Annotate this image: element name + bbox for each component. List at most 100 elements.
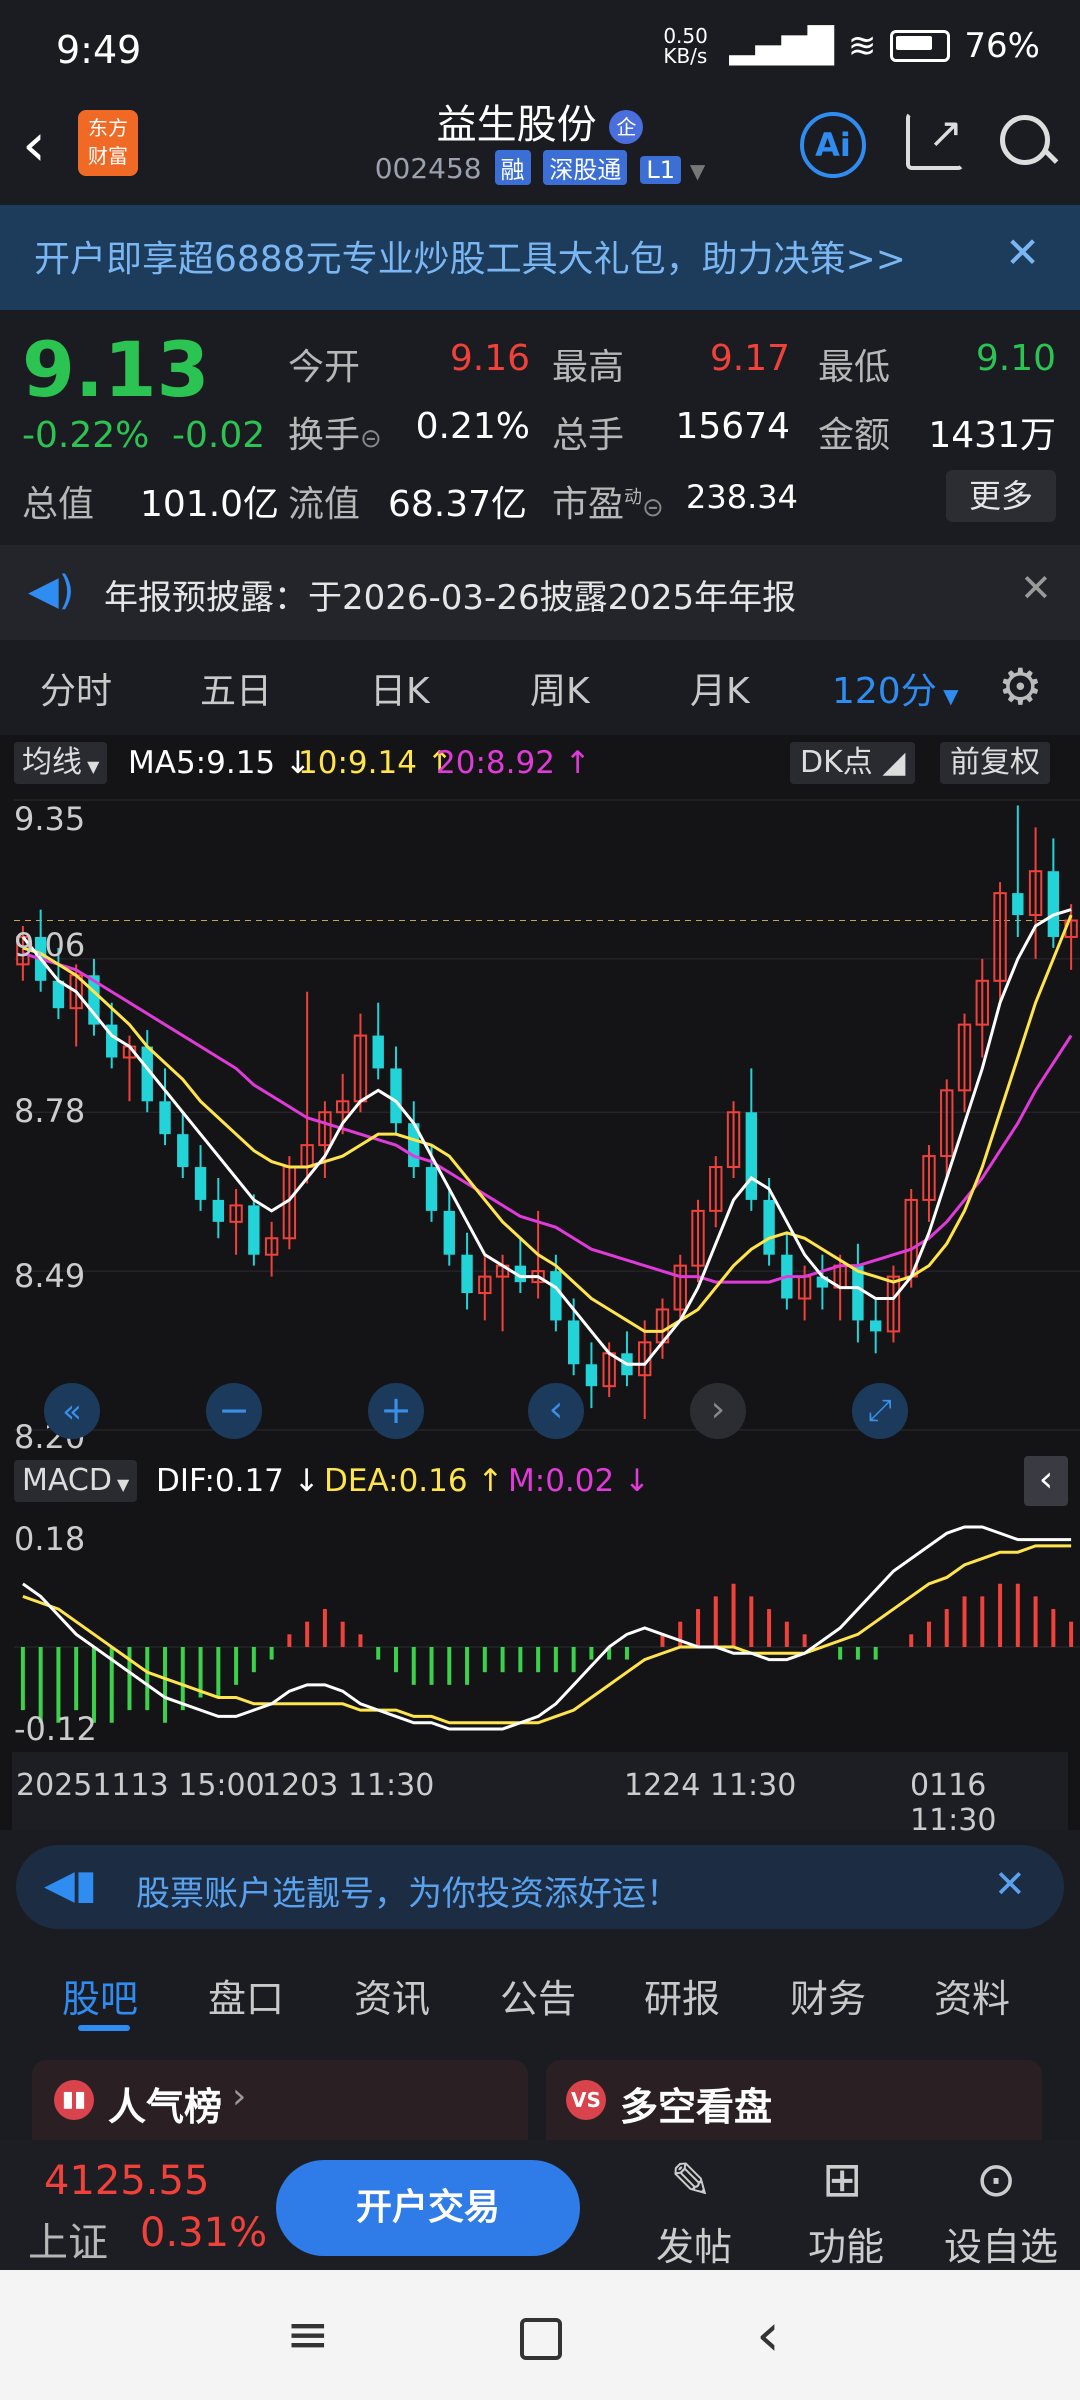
watchlist-label[interactable]: 设自选 (944, 2216, 1058, 2271)
tab-orderbook[interactable]: 盘口 (208, 1968, 284, 2023)
kline-chart[interactable] (0, 790, 1080, 1450)
candle (691, 1199, 705, 1283)
collapse-panel-icon[interactable]: ‹ (1024, 1456, 1068, 1506)
tab-five-day[interactable]: 五日 (200, 662, 272, 714)
low-label: 最低 (818, 347, 891, 388)
candle (957, 1013, 972, 1113)
status-icons: 0.50 KB/s ▂▄▆█ ≋ 76% (663, 26, 1040, 66)
promo-banner-text[interactable]: 开户即享超6888元专业炒股工具大礼包，助力决策>> (34, 230, 906, 282)
mktcap-label: 总值 (22, 484, 95, 525)
net-speed: 0.50 KB/s (663, 24, 708, 68)
fullscreen-button[interactable]: ⤢ (852, 1383, 908, 1439)
index-pct[interactable]: 0.31% (140, 2210, 267, 2256)
candle (212, 1178, 225, 1239)
dk-button[interactable]: DK点 ◢ (790, 742, 916, 784)
candle (194, 1145, 207, 1211)
more-button[interactable]: 更多 (946, 470, 1056, 522)
ma-selector[interactable]: 均线 ▼ (14, 742, 108, 784)
notice-close-icon[interactable]: ✕ (1020, 566, 1052, 610)
pe-label-text: 市盈 (552, 484, 625, 525)
tab-finance[interactable]: 财务 (790, 1968, 866, 2023)
dea-text: DEA:0.16 (324, 1463, 468, 1499)
macd-chart[interactable] (0, 1508, 1080, 1748)
candle (248, 1194, 260, 1266)
scroll-right-button[interactable]: › (690, 1383, 746, 1439)
dropdown-icon[interactable]: ▼ (690, 159, 705, 183)
trade-button[interactable]: 开户交易 (276, 2160, 580, 2256)
index-value[interactable]: 4125.55 (44, 2158, 209, 2204)
grid-icon[interactable]: ⊞ (822, 2152, 862, 2208)
battery-icon (890, 30, 951, 62)
float-label: 流值 (288, 484, 361, 525)
price-label-3: 8.78 (14, 1092, 86, 1130)
popularity-label[interactable]: 人气榜 (108, 2076, 222, 2131)
menu-icon[interactable]: ≡ (286, 2305, 330, 2365)
tab-announcements[interactable]: 公告 (500, 1968, 576, 2023)
candle (318, 1101, 332, 1178)
m-legend: M:0.02 ↓ (508, 1463, 651, 1499)
macd-dropdown-icon: ▼ (111, 1475, 130, 1494)
index-name[interactable]: 上证 (28, 2210, 108, 2268)
price-label-4: 8.49 (14, 1257, 86, 1295)
bull-bear-label[interactable]: 多空看盘 (620, 2076, 772, 2131)
candle (869, 1298, 882, 1354)
tab-profile[interactable]: 资料 (934, 1968, 1010, 2023)
account-banner-text[interactable]: 股票账户选靓号，为你投资添好运！ (136, 1866, 680, 1915)
more-icon[interactable]: ⊙ (976, 2152, 1016, 2208)
candle (461, 1232, 473, 1310)
tab-intraday[interactable]: 分时 (40, 662, 112, 714)
scroll-left-button[interactable]: ‹ (528, 1383, 584, 1439)
signal-icon: ▂▄▆█ (729, 26, 834, 66)
zoom-out-button[interactable]: − (206, 1383, 262, 1439)
gear-icon[interactable]: ⚙ (998, 658, 1043, 716)
popularity-card[interactable] (32, 2060, 528, 2140)
last-price: 9.13 (22, 325, 210, 414)
tab-research[interactable]: 研报 (644, 1968, 720, 2023)
high-label: 最高 (552, 347, 625, 388)
candle (229, 1188, 243, 1255)
candle (1064, 904, 1078, 970)
notice-text[interactable]: 年报预披露：于2026-03-26披露2025年年报 (104, 570, 796, 619)
candle (886, 1265, 901, 1343)
adjust-button[interactable]: 前复权 (940, 742, 1050, 784)
tab-news[interactable]: 资讯 (354, 1968, 430, 2023)
x-label-3: 1224 11:30 (624, 1768, 797, 1803)
close-icon[interactable]: ✕ (1005, 228, 1040, 277)
back-nav-icon[interactable]: ‹ (756, 2300, 780, 2370)
tab-monthly-k[interactable]: 月K (690, 662, 750, 714)
candle (745, 1068, 758, 1211)
candle (443, 1188, 455, 1266)
chart-rewind-button[interactable]: « (44, 1383, 100, 1439)
dea-legend: DEA:0.16 ↑ (324, 1463, 504, 1499)
ai-button[interactable]: Ai (800, 112, 866, 178)
megaphone-icon: ◀▮ (44, 1862, 97, 1908)
tab-forum[interactable]: 股吧 (62, 1968, 138, 2023)
search-icon[interactable] (1000, 115, 1059, 165)
share-icon[interactable]: ↗ (906, 108, 964, 170)
candle (975, 958, 989, 1058)
macd-selector[interactable]: MACD ▼ (14, 1460, 138, 1502)
account-banner-close-icon[interactable]: ✕ (994, 1862, 1026, 1906)
post-label[interactable]: 发帖 (656, 2216, 732, 2271)
pe-value: 238.34 (686, 478, 798, 516)
tab-weekly-k[interactable]: 周K (530, 662, 590, 714)
post-icon[interactable]: ✎ (670, 2152, 712, 2210)
tab-forum-indicator (78, 2025, 130, 2031)
function-label[interactable]: 功能 (808, 2216, 884, 2271)
tab-daily-k[interactable]: 日K (370, 662, 430, 714)
tab-120-min[interactable]: 120分 ▼ (832, 662, 958, 714)
price-change-pct: -0.22% (22, 415, 150, 456)
info-icon[interactable]: ⊝ (360, 424, 382, 454)
ma5-text: MA5:9.15 (128, 745, 276, 781)
tab-dropdown-icon: ▼ (936, 684, 959, 708)
zoom-in-button[interactable]: + (368, 1383, 424, 1439)
home-icon[interactable] (520, 2318, 562, 2360)
rank-icon: ▮▮ (54, 2080, 94, 2120)
enterprise-badge: 企 (609, 110, 644, 144)
dk-label: DK点 (800, 745, 873, 780)
float-value: 68.37亿 (388, 484, 528, 525)
dif-line (22, 1525, 1072, 1731)
pe-info-icon[interactable]: ⊝ (642, 493, 664, 523)
macd-selector-label: MACD (22, 1463, 112, 1498)
ma10-text: 10:9.14 (298, 745, 417, 781)
